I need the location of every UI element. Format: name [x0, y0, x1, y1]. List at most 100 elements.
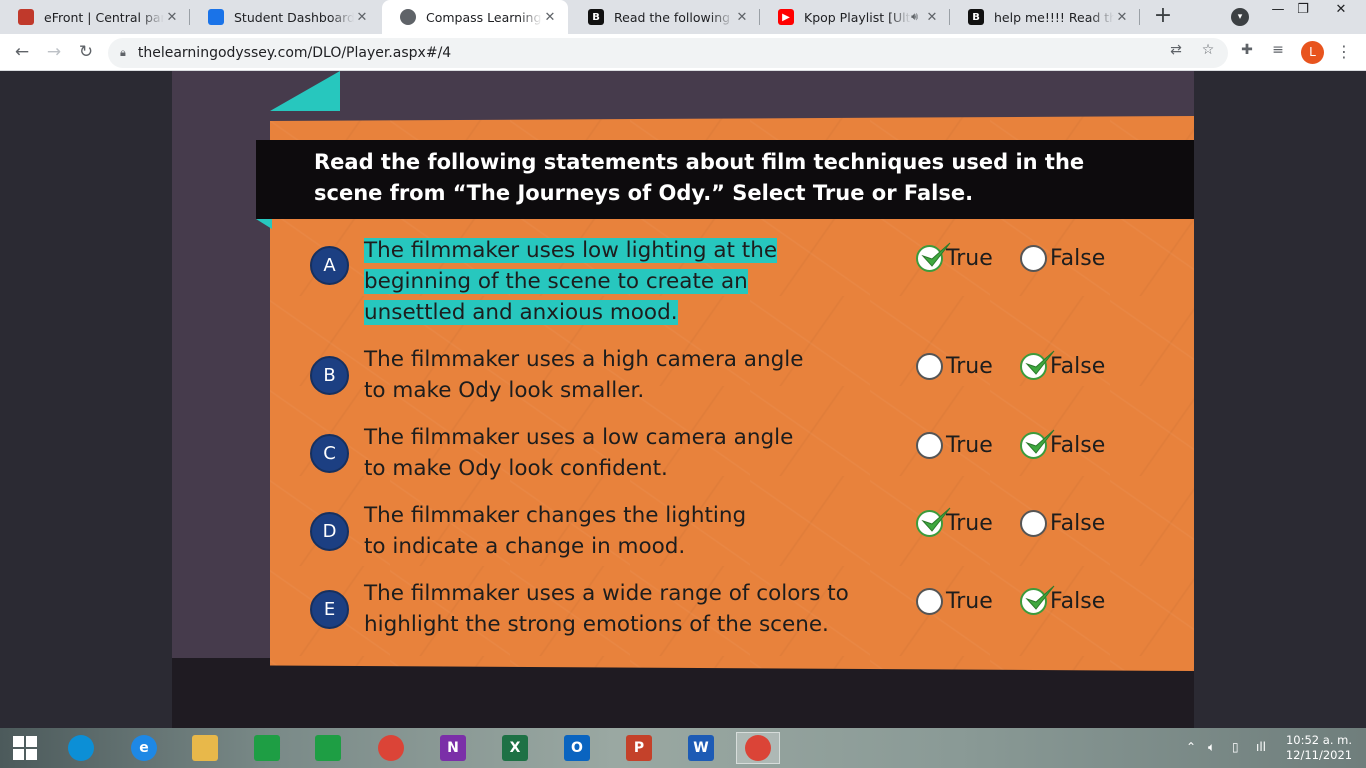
browser-tab[interactable]: Bhelp me!!!! Read the fol✕ [950, 0, 1140, 34]
clock-time: 10:52 a. m. [1285, 733, 1352, 747]
calculator-icon[interactable] [312, 732, 344, 764]
browser-tab[interactable]: eFront | Central panel E✕ [0, 0, 190, 34]
close-window-icon[interactable]: ✕ [1321, 2, 1361, 22]
true-option-a[interactable]: True [916, 242, 993, 272]
checkmark-icon [1023, 347, 1057, 381]
true-label: True [946, 511, 993, 536]
outlook-icon-glyph: O [564, 735, 590, 761]
tab-search-icon[interactable]: ▾ [1231, 8, 1249, 26]
profile-avatar[interactable]: L [1301, 41, 1324, 64]
radio-button[interactable] [1020, 350, 1055, 380]
radio-button[interactable] [916, 432, 943, 459]
true-option-b[interactable]: True [916, 353, 993, 380]
file-explorer-icon[interactable] [189, 732, 221, 764]
address-bar[interactable]: 🔒︎ thelearningodyssey.com/DLO/Player.asp… [108, 38, 1228, 68]
onenote-icon-glyph: N [440, 735, 466, 761]
windows-taskbar: ⌃ 🔈︎ ▯ ıll 10:52 a. m. 12/11/2021 e N X O P W [0, 728, 1366, 768]
statement-line: The filmmaker uses a low camera angle [364, 425, 794, 450]
false-option-b[interactable]: False [1020, 350, 1105, 380]
statement-text: The filmmaker uses a low camera angle to … [364, 422, 904, 484]
chrome-profile-icon[interactable] [736, 732, 780, 764]
start-button[interactable] [9, 732, 41, 764]
extensions-icon[interactable]: ✚ [1237, 40, 1257, 60]
network-icon[interactable]: ıll [1256, 740, 1266, 754]
store-icon[interactable] [251, 732, 283, 764]
forward-icon[interactable]: → [42, 41, 66, 65]
statement-line: to indicate a change in mood. [364, 534, 686, 559]
new-tab-button[interactable]: + [1150, 4, 1176, 30]
tab-title: eFront | Central panel E [44, 9, 164, 25]
false-option-d[interactable]: False [1020, 510, 1105, 537]
browser-tab[interactable]: ▶ Kpop Playlist [Ultim🔊︎ ✕ [760, 0, 950, 34]
radio-button[interactable] [1020, 429, 1055, 459]
battery-icon[interactable]: ▯ [1232, 740, 1239, 754]
start-button-glyph [12, 735, 38, 761]
radio-button[interactable] [916, 507, 951, 537]
tray-chevron-icon[interactable]: ⌃ [1186, 740, 1196, 754]
tab-title: Read the following stat [614, 9, 734, 25]
onenote-icon[interactable]: N [437, 732, 469, 764]
browser-tab[interactable]: B Read the following stat✕ [570, 0, 760, 34]
outlook-icon[interactable]: O [561, 732, 593, 764]
close-tab-icon[interactable]: ✕ [354, 10, 370, 25]
brainly-icon: B [588, 9, 604, 25]
internet-explorer-icon[interactable]: e [128, 732, 160, 764]
bookmark-star-icon[interactable]: ☆ [1198, 40, 1218, 60]
statement-line: The filmmaker uses a high camera angle [364, 347, 804, 372]
back-icon[interactable]: ← [10, 41, 34, 65]
checkmark-icon [919, 504, 953, 538]
close-tab-icon[interactable]: ✕ [1114, 10, 1130, 25]
statement-text: The filmmaker uses a wide range of color… [364, 578, 904, 640]
false-label: False [1050, 433, 1106, 458]
word-icon[interactable]: W [685, 732, 717, 764]
radio-button[interactable] [916, 588, 943, 615]
brainly-icon: B [968, 9, 984, 25]
browser-tab[interactable]: Student Dashboard - Ti✕ [190, 0, 380, 34]
false-option-c[interactable]: False [1020, 429, 1106, 459]
false-label: False [1050, 589, 1106, 614]
radio-button[interactable] [1020, 245, 1047, 272]
true-label: True [946, 246, 993, 271]
excel-icon[interactable]: X [499, 732, 531, 764]
browser-tab[interactable]: Compass Learning ✕ [382, 0, 568, 34]
statement-letter-badge: A [310, 246, 349, 285]
false-option-e[interactable]: False [1020, 585, 1106, 615]
true-label: True [946, 433, 993, 458]
media-controls-icon[interactable]: ≡ [1268, 40, 1288, 60]
false-option-a[interactable]: False [1020, 245, 1105, 272]
internet-explorer-icon-glyph: e [131, 735, 157, 761]
dashboard-icon [208, 9, 224, 25]
volume-icon[interactable]: 🔈︎ [1208, 740, 1215, 755]
radio-button[interactable] [916, 242, 951, 272]
radio-button[interactable] [1020, 510, 1047, 537]
restore-icon[interactable]: ❐ [1283, 2, 1323, 22]
tab-title: Compass Learning [426, 9, 542, 25]
file-explorer-icon-glyph [192, 735, 218, 761]
true-option-d[interactable]: True [916, 507, 993, 537]
audio-playing-icon[interactable]: 🔊︎ [911, 10, 918, 24]
true-option-c[interactable]: True [916, 432, 993, 459]
tab-title: help me!!!! Read the fol [994, 9, 1114, 25]
word-icon-glyph: W [688, 735, 714, 761]
edge-icon[interactable] [65, 732, 97, 764]
radio-button[interactable] [1020, 585, 1055, 615]
close-tab-icon[interactable]: ✕ [542, 10, 558, 25]
statement-letter-badge: E [310, 590, 349, 629]
true-option-e[interactable]: True [916, 588, 993, 615]
checkmark-icon [1023, 582, 1057, 616]
radio-button[interactable] [916, 353, 943, 380]
translate-icon[interactable]: ⇄ [1166, 40, 1186, 60]
reload-icon[interactable]: ↻ [74, 41, 98, 65]
tab-title: Student Dashboard - Ti [234, 9, 354, 25]
chrome-icon[interactable] [375, 732, 407, 764]
close-tab-icon[interactable]: ✕ [924, 10, 940, 25]
close-tab-icon[interactable]: ✕ [734, 10, 750, 25]
tab-title: Kpop Playlist [Ultim [804, 9, 911, 25]
chrome-icon-glyph [378, 735, 404, 761]
more-menu-icon[interactable]: ⋮ [1336, 42, 1352, 61]
statement-line: The filmmaker changes the lighting [364, 503, 747, 528]
close-tab-icon[interactable]: ✕ [164, 10, 180, 25]
system-clock[interactable]: 10:52 a. m. 12/11/2021 [1284, 733, 1354, 763]
powerpoint-icon[interactable]: P [623, 732, 655, 764]
banner-fold [256, 219, 272, 229]
